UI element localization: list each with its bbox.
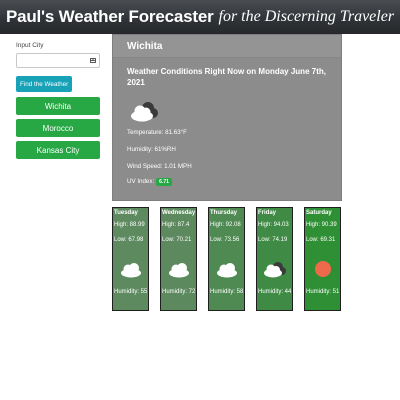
forecast-day: Friday [258, 210, 277, 216]
city-button-kansas-city[interactable]: Kansas City [16, 141, 100, 159]
forecast-high: High: 87.4 [162, 222, 190, 228]
app-title: Paul's Weather Forecaster [5, 7, 214, 26]
forecast-day: Saturday [306, 210, 332, 216]
app-header: Paul's Weather Forecaster for the Discer… [0, 0, 400, 34]
cloud-icon [169, 263, 189, 278]
forecast-day: Thursday [210, 210, 238, 216]
forecast-high: High: 92.08 [210, 222, 241, 228]
partly-cloudy-icon [264, 262, 286, 278]
forecast-day: Tuesday [114, 210, 138, 216]
current-city-title: Wichita [113, 35, 341, 58]
sidebar: Input City Find the Weather Wichita Moro… [16, 42, 100, 163]
current-wind-speed: Wind Speed: 1.01 MPH [127, 163, 192, 170]
city-input-label: Input City [16, 42, 44, 49]
city-input-wrapper [16, 53, 100, 72]
partly-cloudy-icon [131, 102, 158, 122]
uv-index-badge: 6.71 [156, 178, 172, 186]
forecast-low: Low: 67.98 [114, 237, 144, 243]
city-button-wichita[interactable]: Wichita [16, 97, 100, 115]
forecast-humidity: Humidity: 44 [258, 289, 292, 295]
current-weather-card: Wichita Weather Conditions Right Now on … [112, 34, 342, 201]
forecast-low: Low: 69.31 [306, 237, 336, 243]
forecast-card-friday: Friday High: 94.03 Low: 74.19 Humidity: … [256, 207, 293, 311]
city-button-morocco[interactable]: Morocco [16, 119, 100, 137]
forecast-humidity: Humidity: 55 [114, 289, 148, 295]
forecast-low: Low: 70.21 [162, 237, 192, 243]
forecast-card-thursday: Thursday High: 92.08 Low: 73.56 Humidity… [208, 207, 245, 311]
current-uv-row: UV Index: 6.71 [127, 178, 172, 186]
forecast-high: High: 90.39 [306, 222, 337, 228]
current-temperature: Temperature: 81.63°F [127, 129, 187, 136]
app-tagline: for the Discerning Traveler [218, 8, 395, 25]
cloud-icon [121, 263, 141, 278]
forecast-day: Wednesday [162, 210, 196, 216]
uv-index-label: UV Index: [127, 178, 155, 185]
forecast-card-wednesday: Wednesday High: 87.4 Low: 70.21 Humidity… [160, 207, 197, 311]
sun-icon [315, 261, 331, 277]
current-conditions-heading: Weather Conditions Right Now on Monday J… [127, 67, 326, 87]
forecast-low: Low: 73.56 [210, 237, 240, 243]
forecast-high: High: 94.03 [258, 222, 289, 228]
city-input[interactable] [17, 59, 87, 72]
forecast-low: Low: 74.19 [258, 237, 288, 243]
forecast-high: High: 88.99 [114, 222, 145, 228]
forecast-humidity: Humidity: 72 [162, 289, 196, 295]
forecast-card-tuesday: Tuesday High: 88.99 Low: 67.98 Humidity:… [112, 207, 149, 311]
cloud-icon [217, 263, 237, 278]
find-weather-button[interactable]: Find the Weather [16, 76, 73, 92]
forecast-humidity: Humidity: 58 [210, 289, 244, 295]
forecast-humidity: Humidity: 51 [306, 289, 340, 295]
keyboard-icon[interactable] [90, 58, 96, 63]
forecast-card-saturday: Saturday High: 90.39 Low: 69.31 Humidity… [304, 207, 341, 311]
current-humidity: Humidity: 61%RH [127, 146, 176, 153]
